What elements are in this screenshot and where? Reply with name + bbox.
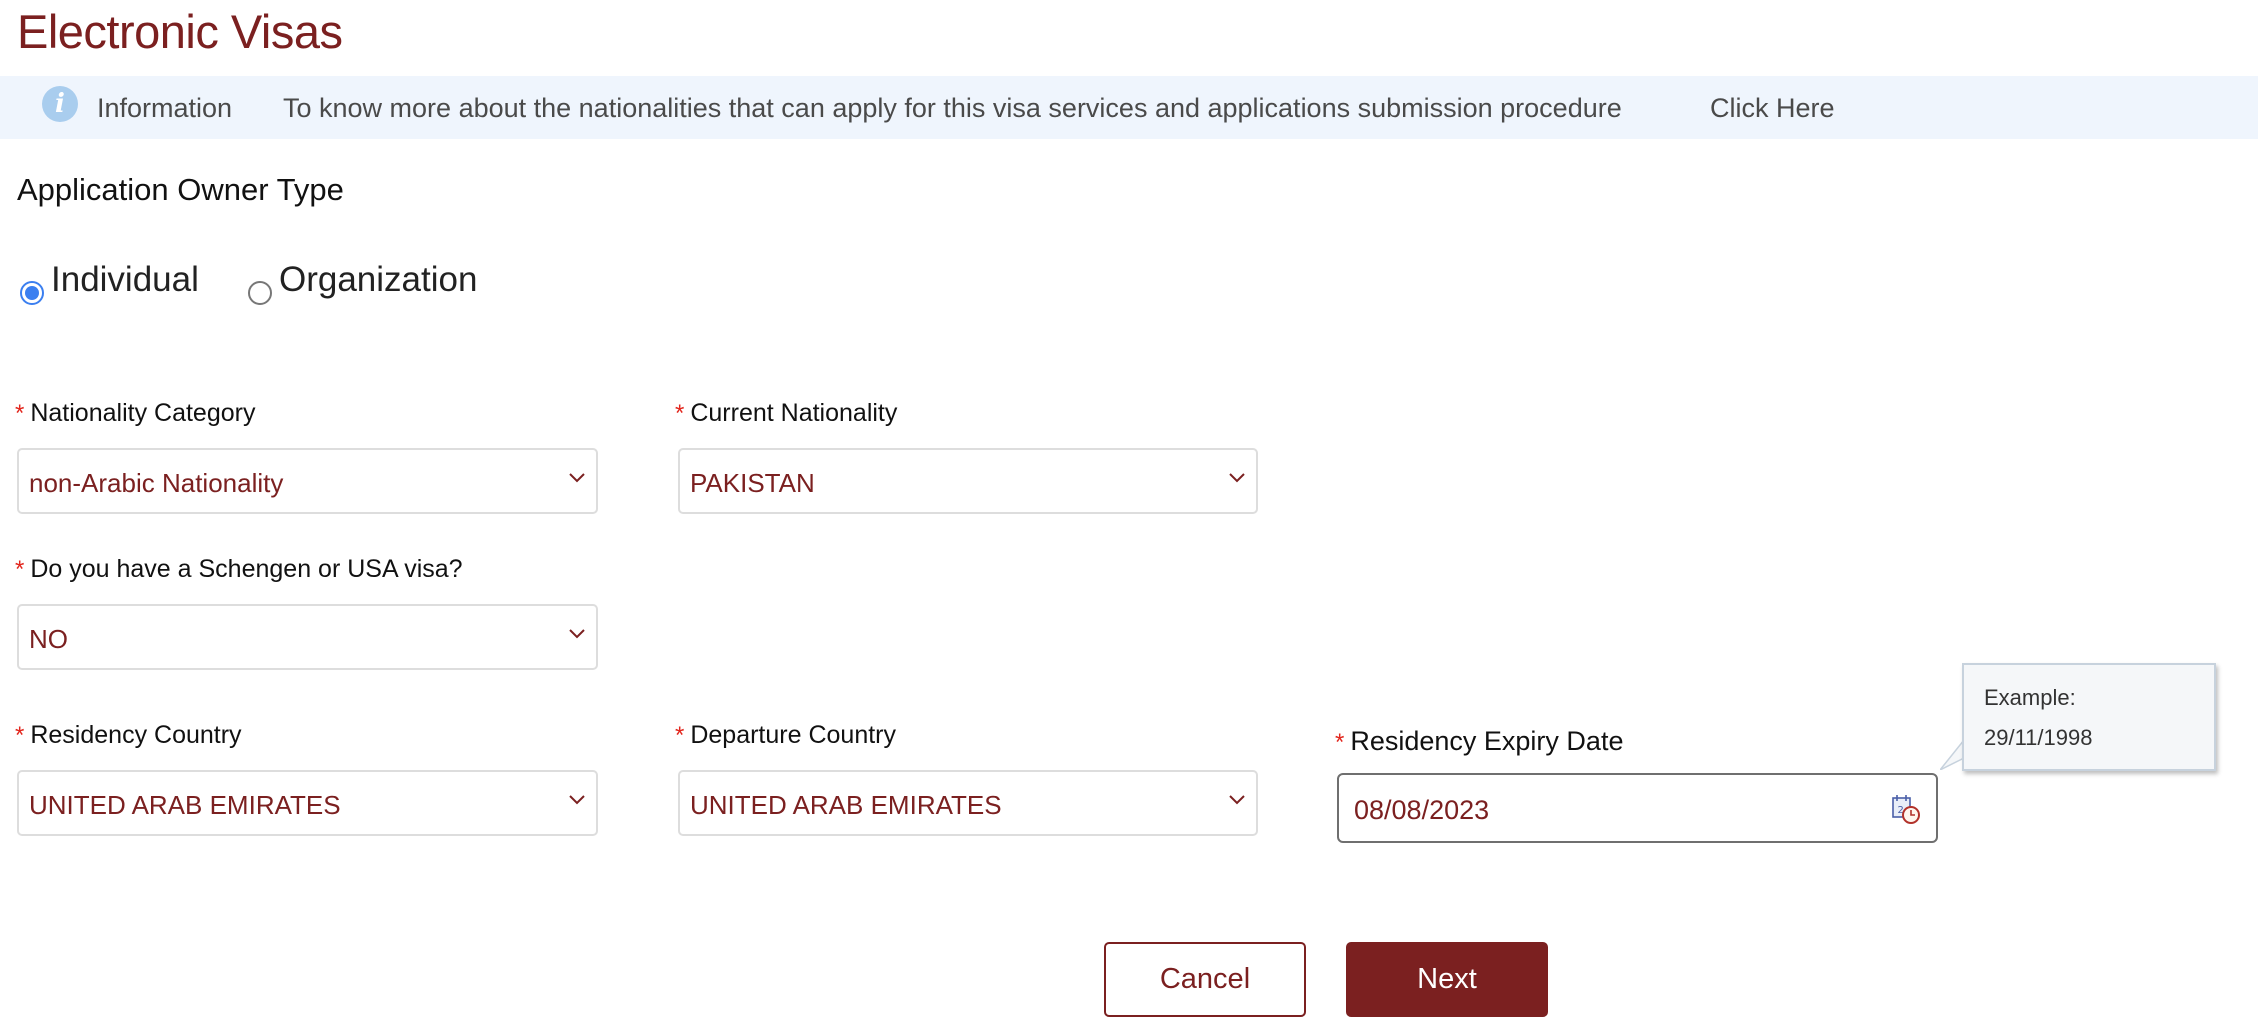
cancel-button[interactable]: Cancel xyxy=(1104,942,1306,1017)
calendar-clock-icon[interactable]: 2 xyxy=(1890,793,1922,825)
schengen-visa-label-text: Do you have a Schengen or USA visa? xyxy=(30,555,463,583)
next-button[interactable]: Next xyxy=(1346,942,1548,1017)
individual-radio[interactable] xyxy=(20,281,44,305)
departure-country-label-text: Departure Country xyxy=(690,721,896,749)
nationality-category-label-text: Nationality Category xyxy=(30,399,256,427)
chevron-down-icon xyxy=(569,795,585,805)
organization-radio[interactable] xyxy=(248,281,272,305)
nationality-category-select[interactable]: non-Arabic Nationality xyxy=(17,448,598,514)
date-format-tooltip: Example: 29/11/1998 xyxy=(1962,663,2216,771)
click-here-link[interactable]: Click Here xyxy=(1710,93,1835,124)
nationality-category-label: * Nationality Category xyxy=(15,399,255,428)
chevron-down-icon xyxy=(569,473,585,483)
chevron-down-icon xyxy=(1229,473,1245,483)
info-text: To know more about the nationalities tha… xyxy=(283,93,1622,123)
schengen-visa-label: * Do you have a Schengen or USA visa? xyxy=(15,555,463,584)
info-label: Information xyxy=(97,93,233,123)
tooltip-example-date: 29/11/1998 xyxy=(1984,725,2093,750)
residency-expiry-label: * Residency Expiry Date xyxy=(1335,726,1623,757)
required-mark: * xyxy=(15,722,25,749)
current-nationality-select[interactable]: PAKISTAN xyxy=(678,448,1258,514)
residency-country-label: * Residency Country xyxy=(15,721,242,750)
required-mark: * xyxy=(675,722,685,749)
current-nationality-label-text: Current Nationality xyxy=(690,399,898,427)
required-mark: * xyxy=(15,400,25,427)
nationality-category-value: non-Arabic Nationality xyxy=(29,468,284,498)
schengen-visa-select[interactable]: NO xyxy=(17,604,598,670)
organization-radio-label[interactable]: Organization xyxy=(279,260,477,300)
residency-country-label-text: Residency Country xyxy=(30,721,242,749)
required-mark: * xyxy=(15,556,25,583)
info-icon: i xyxy=(42,86,78,122)
residency-country-select[interactable]: UNITED ARAB EMIRATES xyxy=(17,770,598,836)
chevron-down-icon xyxy=(569,629,585,639)
page-title: Electronic Visas xyxy=(17,5,343,58)
tooltip-tail xyxy=(1940,740,1964,770)
residency-expiry-label-text: Residency Expiry Date xyxy=(1350,726,1624,756)
required-mark: * xyxy=(675,400,685,427)
departure-country-select[interactable]: UNITED ARAB EMIRATES xyxy=(678,770,1258,836)
schengen-visa-value: NO xyxy=(29,624,68,654)
chevron-down-icon xyxy=(1229,795,1245,805)
required-mark: * xyxy=(1335,729,1345,756)
residency-country-value: UNITED ARAB EMIRATES xyxy=(29,790,341,820)
residency-expiry-date-input[interactable]: 08/08/2023 2 xyxy=(1337,773,1938,843)
departure-country-label: * Departure Country xyxy=(675,721,896,750)
current-nationality-value: PAKISTAN xyxy=(690,468,815,498)
individual-radio-label[interactable]: Individual xyxy=(51,260,199,300)
residency-expiry-value: 08/08/2023 xyxy=(1354,795,1490,825)
tooltip-example-label: Example: xyxy=(1984,685,2076,710)
current-nationality-label: * Current Nationality xyxy=(675,399,897,428)
owner-type-heading: Application Owner Type xyxy=(17,172,344,207)
departure-country-value: UNITED ARAB EMIRATES xyxy=(690,790,1002,820)
